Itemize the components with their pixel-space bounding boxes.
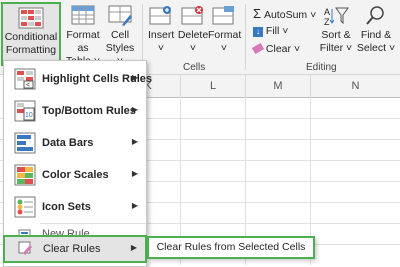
autosum-button[interactable]: Σ AutoSum ˅ xyxy=(253,6,316,21)
sort-filter-icon: A Z xyxy=(324,7,349,27)
cells-group-label: Cells xyxy=(183,62,206,73)
menu-item-color-scales[interactable]: Color Scales ▶ xyxy=(4,159,146,191)
find-select-button[interactable]: Find & Select ˅ xyxy=(356,5,396,55)
insert-cells-icon xyxy=(149,6,171,25)
conditional-formatting-icon xyxy=(18,7,44,29)
conditional-formatting-menu: < Highlight Cells Rules ▶ 10 Top/Bottom … xyxy=(3,60,152,267)
data-bars-icon xyxy=(14,132,36,154)
conditional-formatting-label-1: Conditional xyxy=(4,31,58,43)
sort-filter-label-1: Sort & xyxy=(321,29,351,41)
menu-item-highlight-cells-rules[interactable]: < Highlight Cells Rules ▶ xyxy=(4,63,152,95)
menu-item-label: Data Bars xyxy=(42,137,94,149)
fill-down-icon: ↓ xyxy=(253,27,263,37)
svg-text:10: 10 xyxy=(25,112,33,119)
column-header-m[interactable]: M xyxy=(246,75,311,98)
cell-styles-label-1: Cell xyxy=(110,29,130,41)
format-button[interactable]: Format ˅ xyxy=(208,5,242,55)
chevron-down-icon: ˅ xyxy=(343,42,353,54)
menu-item-label: Top/Bottom Rules xyxy=(42,105,136,117)
menu-item-top-bottom-rules[interactable]: 10 Top/Bottom Rules ▶ xyxy=(4,95,146,127)
cell-styles-icon xyxy=(108,5,132,26)
insert-button[interactable]: Insert ˅ xyxy=(148,5,174,55)
ribbon-separator xyxy=(245,4,246,70)
icon-sets-icon xyxy=(14,196,36,218)
conditional-formatting-button[interactable]: Conditional Formatting ˅ xyxy=(1,2,61,69)
chevron-right-icon: ▶ xyxy=(131,169,138,178)
svg-text:<: < xyxy=(26,82,30,89)
format-label: Format xyxy=(208,29,242,41)
eraser-icon xyxy=(251,42,265,55)
cell-styles-label-2: Styles xyxy=(105,42,135,54)
insert-label: Insert xyxy=(148,29,175,41)
format-cells-icon xyxy=(212,6,234,25)
format-as-table-button[interactable]: Format as Table ˅ xyxy=(62,5,104,68)
chevron-right-icon: ▶ xyxy=(131,137,138,146)
fill-button[interactable]: ↓ Fill ˅ xyxy=(253,25,288,37)
clear-rules-icon xyxy=(18,241,32,255)
column-header-n[interactable]: N xyxy=(311,75,400,98)
find-select-label-1: Find & xyxy=(360,29,392,41)
delete-cells-icon xyxy=(181,6,203,25)
chevron-down-icon: ˅ xyxy=(157,42,165,54)
autosum-label: AutoSum xyxy=(263,9,308,21)
clear-rules-submenu: Clear Rules from Selected Cells xyxy=(147,236,315,259)
top-bottom-icon: 10 xyxy=(14,100,36,122)
sigma-icon: Σ xyxy=(253,6,262,21)
chevron-right-icon: ▶ xyxy=(131,105,138,114)
svg-text:A: A xyxy=(324,7,330,17)
clear-selected-label: Clear Rules from Selected Cells xyxy=(156,241,306,253)
delete-button[interactable]: Delete ˅ xyxy=(177,5,209,55)
conditional-formatting-label-2: Formatting xyxy=(5,44,57,56)
sort-filter-label-2: Filter xyxy=(319,42,344,54)
cell-styles-button[interactable]: Cell Styles ˅ xyxy=(103,5,137,68)
menu-item-label: Icon Sets xyxy=(42,201,91,213)
clear-button[interactable]: Clear ˅ xyxy=(251,42,301,55)
chevron-right-icon: ▶ xyxy=(131,73,138,82)
column-header-l[interactable]: L xyxy=(181,75,246,98)
chevron-down-icon: ˅ xyxy=(220,42,228,54)
menu-item-icon-sets[interactable]: Icon Sets ▶ xyxy=(4,191,146,223)
fill-label: Fill xyxy=(265,25,280,37)
clear-label: Clear xyxy=(265,43,292,55)
color-scales-icon xyxy=(14,164,36,186)
menu-item-data-bars[interactable]: Data Bars ▶ xyxy=(4,127,146,159)
menu-item-label: Color Scales xyxy=(42,169,109,181)
highlight-cells-icon: < xyxy=(14,68,36,90)
editing-group-label: Editing xyxy=(306,62,337,73)
chevron-down-icon: ˅ xyxy=(310,9,317,21)
delete-label: Delete xyxy=(177,29,209,41)
sort-filter-button[interactable]: A Z Sort & Filter ˅ xyxy=(318,5,354,55)
clear-rules-label: Clear Rules xyxy=(43,243,101,255)
find-select-label-2: Select xyxy=(356,42,387,54)
svg-text:Z: Z xyxy=(324,17,330,27)
chevron-down-icon: ˅ xyxy=(386,42,396,54)
chevron-right-icon: ▶ xyxy=(130,243,137,252)
chevron-down-icon: ˅ xyxy=(282,25,289,37)
chevron-down-icon: ˅ xyxy=(189,42,197,54)
format-as-table-icon xyxy=(71,5,95,25)
menu-item-clear-rules[interactable]: Clear Rules ▶ xyxy=(3,235,147,263)
chevron-right-icon: ▶ xyxy=(131,201,138,210)
magnifier-icon xyxy=(366,6,384,25)
chevron-down-icon: ˅ xyxy=(293,43,301,55)
clear-rules-from-selected-cells[interactable]: Clear Rules from Selected Cells xyxy=(149,238,313,257)
format-as-table-label-1: Format as xyxy=(66,29,100,54)
